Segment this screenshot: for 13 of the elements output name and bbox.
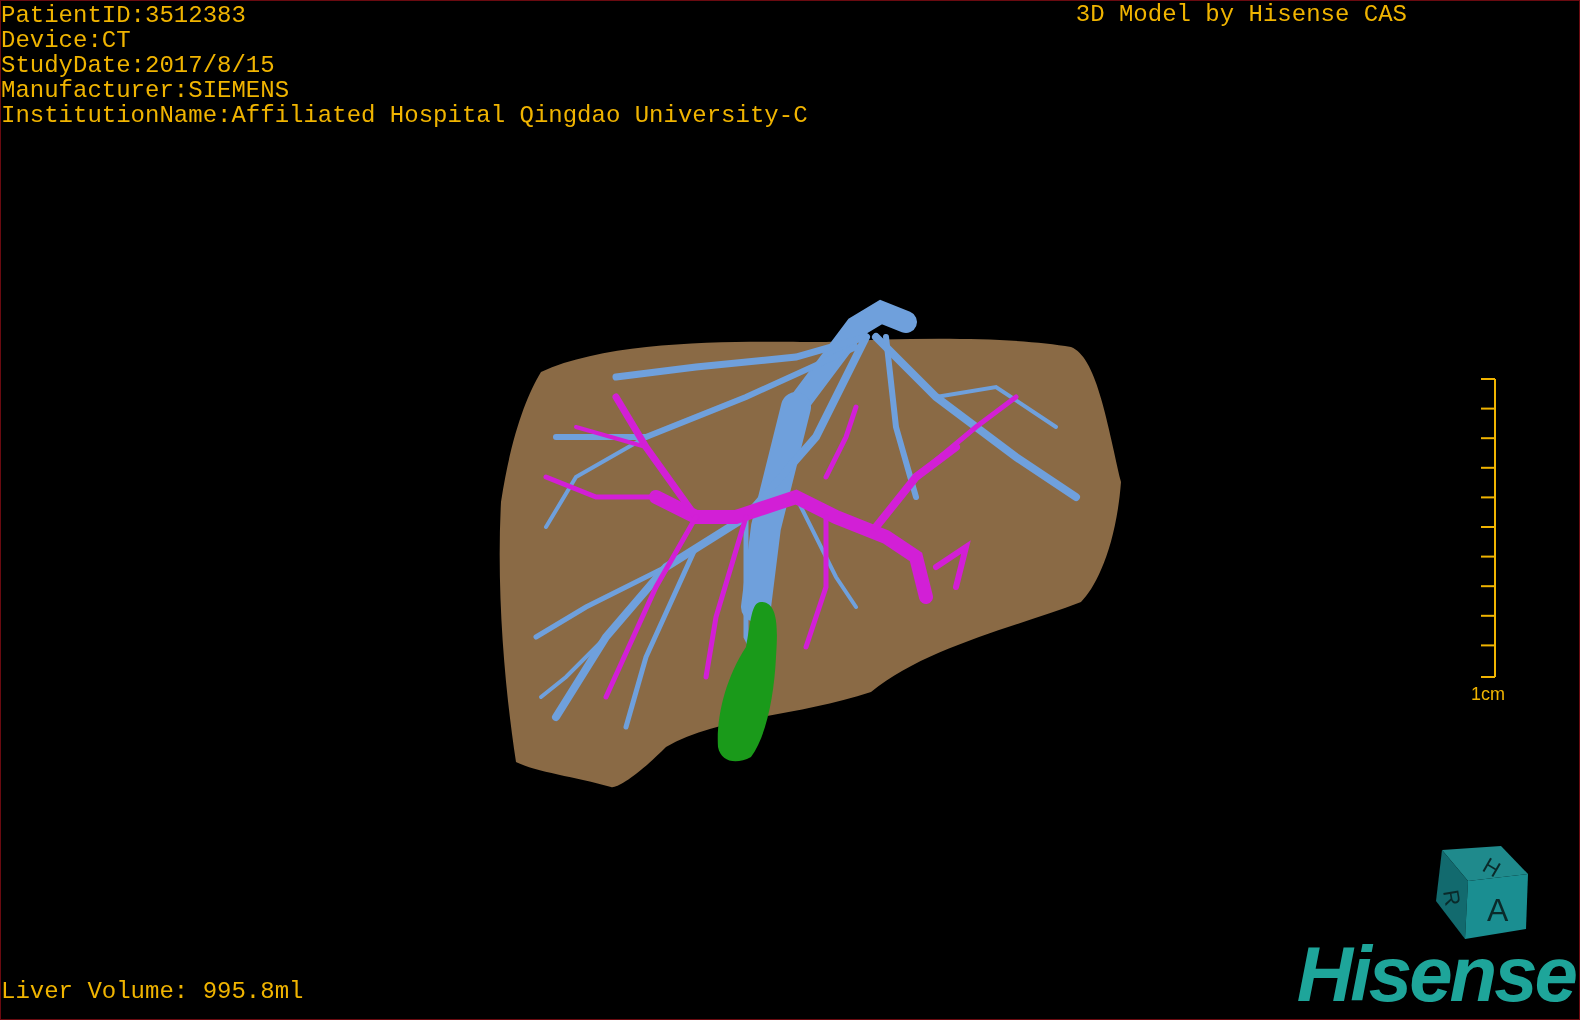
study-info-text: PatientID:3512383 [1, 3, 247, 28]
cube-label: R [1438, 887, 1466, 908]
logo-text: Hisense [1296, 935, 1575, 1013]
orientation-cube-drawing[interactable] [1436, 846, 1528, 939]
cube-label: H [1478, 852, 1505, 883]
liver-volume-text: Liver Volume: 995.8ml [1, 979, 304, 1007]
cube-label: A [1487, 892, 1509, 928]
study-info-text: StudyDate:2017/8/15 [1, 53, 276, 78]
study-info-text: Device:CT [1, 28, 132, 53]
scale-label: 1cm [1471, 684, 1505, 705]
study-info-text: InstitutionName:Affiliated Hospital Qingdao University-C [1, 103, 808, 128]
model-title: 3D Model by Hisense CAS [1075, 1, 1408, 29]
study-info-text: Manufacturer:SIEMENS [1, 78, 291, 103]
